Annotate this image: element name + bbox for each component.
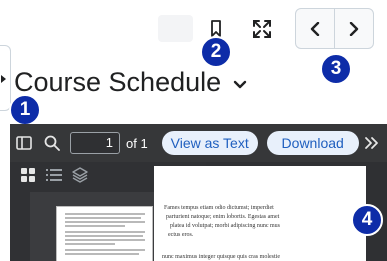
document-viewer: 1 of 1 View as Text Download Fames tempu…: [10, 124, 387, 261]
document-text-line: ectus eros.: [168, 232, 194, 238]
page-total-label: of 1: [126, 135, 148, 151]
sidebar-toggle-button[interactable]: [10, 124, 38, 162]
side-panel-toggle[interactable]: [0, 45, 11, 111]
title-row: Course Schedule: [14, 64, 247, 100]
more-icon: [365, 137, 378, 149]
document-text-line: parturient natoque; enim lobortis. Egest…: [166, 214, 280, 220]
search-button[interactable]: [38, 124, 66, 162]
chevron-right-icon: [349, 21, 359, 36]
tab-layers[interactable]: [67, 162, 93, 188]
callout-badge-4: 4: [351, 204, 383, 236]
thumbnails-icon: [21, 168, 35, 182]
fullscreen-button[interactable]: [247, 14, 277, 44]
next-button[interactable]: [334, 9, 373, 48]
sidebar-toggle-icon: [16, 136, 32, 150]
top-toolbar: [0, 0, 387, 60]
page-title: Course Schedule: [14, 66, 222, 97]
callout-badge-3: 3: [320, 53, 352, 85]
previous-button[interactable]: [296, 9, 334, 48]
search-icon: [44, 135, 60, 151]
view-as-text-button[interactable]: View as Text: [161, 131, 258, 155]
outline-icon: [46, 169, 62, 181]
viewer-toolbar: 1 of 1 View as Text Download: [10, 124, 387, 162]
layers-icon: [72, 167, 88, 183]
download-button[interactable]: Download: [266, 131, 359, 155]
tab-outline[interactable]: [41, 162, 67, 188]
chevron-left-icon: [310, 21, 320, 36]
title-menu-button[interactable]: [233, 80, 247, 90]
page-number-input[interactable]: 1: [70, 132, 120, 154]
fullscreen-icon: [253, 20, 271, 38]
document-page: Fames tempus etiam odio dictumst; imperd…: [154, 166, 366, 261]
chevron-down-icon: [233, 80, 247, 89]
page-thumbnail[interactable]: [56, 206, 153, 261]
expand-arrow-icon: [1, 75, 6, 83]
tab-thumbnails[interactable]: [15, 162, 41, 188]
blank-button[interactable]: [158, 15, 193, 42]
callout-badge-2: 2: [200, 36, 232, 68]
document-text-line: platea id volutpat; morbi adipiscing nun…: [170, 223, 280, 229]
more-button[interactable]: [361, 124, 383, 162]
document-text-line: Fames tempus etiam odio dictumst; imperd…: [164, 205, 274, 211]
document-text-line: nunc maximus integer quisque quis cras m…: [162, 254, 280, 260]
callout-badge-1: 1: [9, 94, 41, 126]
page-navigation: [295, 8, 374, 49]
